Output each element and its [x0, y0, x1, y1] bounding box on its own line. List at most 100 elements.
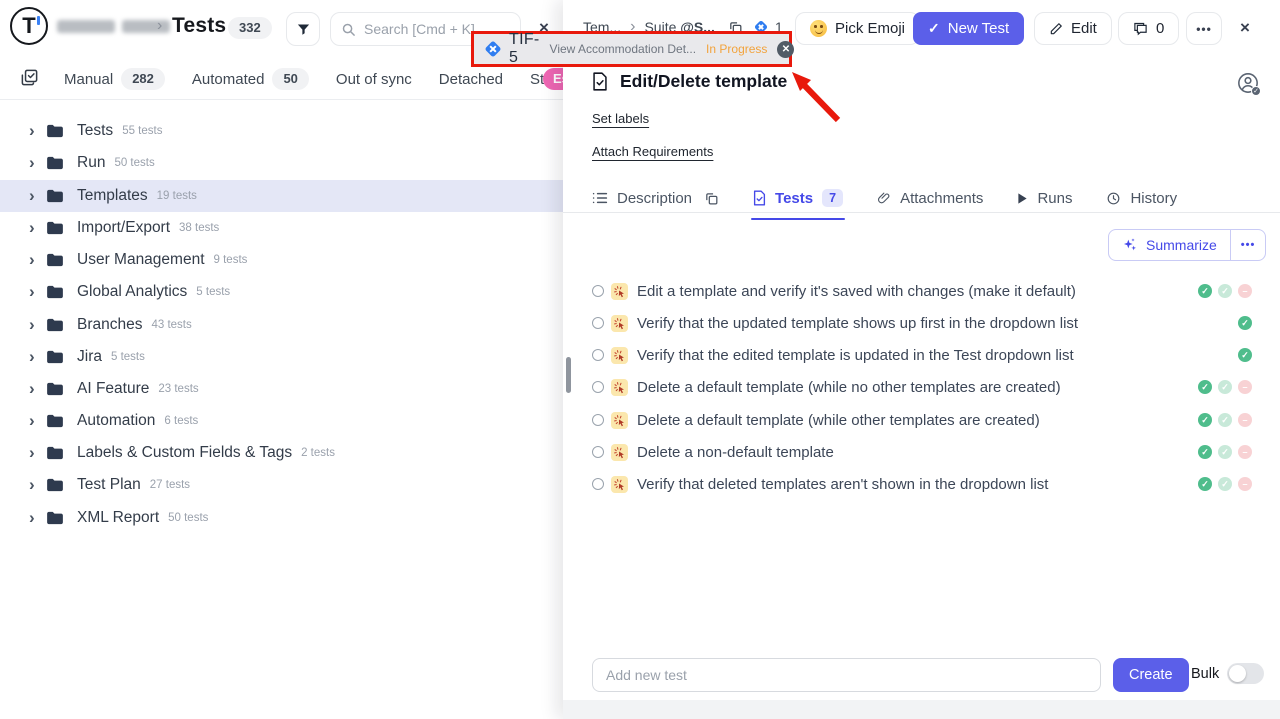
filter-button[interactable]	[286, 12, 320, 46]
chevron-right-icon[interactable]: ›	[29, 380, 43, 397]
tab-history[interactable]: History	[1106, 190, 1177, 207]
bulk-label: Bulk	[1191, 666, 1219, 682]
jira-issue-icon	[485, 41, 502, 58]
tabrow-divider	[0, 99, 563, 100]
select-circle[interactable]	[592, 414, 604, 426]
chevron-right-icon[interactable]: ›	[29, 187, 43, 204]
sidebar-item-tests[interactable]: › Tests 55 tests	[0, 115, 563, 147]
test-row[interactable]: Delete a non-default template ✓✓–	[592, 438, 1260, 466]
select-circle[interactable]	[592, 285, 604, 297]
folder-icon	[46, 446, 64, 460]
sidebar-item-test-plan[interactable]: › Test Plan 27 tests	[0, 469, 563, 501]
chevron-right-icon[interactable]: ›	[29, 444, 43, 461]
click-spark-emoji-icon	[611, 379, 628, 396]
status-passed-badge: ✓	[1198, 380, 1212, 394]
summarize-button[interactable]: Summarize	[1109, 230, 1230, 260]
chevron-right-icon[interactable]: ›	[29, 251, 43, 268]
issue-status: In Progress	[706, 42, 767, 56]
checklist-icon[interactable]	[20, 68, 39, 87]
tab-runs[interactable]: Runs	[1017, 190, 1072, 207]
sidebar-item-global-analytics[interactable]: › Global Analytics 5 tests	[0, 276, 563, 308]
panel-close-icon[interactable]: ×	[1240, 19, 1250, 36]
tab-out-of-sync[interactable]: Out of sync	[336, 71, 412, 88]
status-badges: ✓✓–	[1198, 413, 1252, 427]
sidebar-item-jira[interactable]: › Jira 5 tests	[0, 341, 563, 373]
tab-manual[interactable]: Manual 282	[64, 68, 165, 90]
new-test-button[interactable]: ✓ New Test	[913, 12, 1024, 45]
comment-icon	[1133, 21, 1148, 36]
select-circle[interactable]	[592, 317, 604, 329]
test-row[interactable]: Delete a default template (while other t…	[592, 406, 1260, 434]
tab-automated[interactable]: Automated 50	[192, 68, 309, 90]
click-spark-emoji-icon	[611, 315, 628, 332]
issue-close-icon[interactable]: ✕	[777, 41, 794, 58]
sparkles-icon	[1122, 237, 1138, 253]
assignee-avatar[interactable]: ✓	[1237, 72, 1259, 94]
test-row[interactable]: Verify that the edited template is updat…	[592, 341, 1260, 369]
tab-attachments[interactable]: Attachments	[877, 190, 983, 207]
sidebar-item-labels-custom-fields-tags[interactable]: › Labels & Custom Fields & Tags 2 tests	[0, 437, 563, 469]
sidebar-item-templates[interactable]: › Templates 19 tests	[0, 180, 563, 212]
tests-total-badge: 332	[228, 17, 272, 39]
sidebar-item-user-management[interactable]: › User Management 9 tests	[0, 244, 563, 276]
sidebar-item-xml-report[interactable]: › XML Report 50 tests	[0, 502, 563, 534]
copy-icon[interactable]	[704, 191, 719, 206]
set-labels-link[interactable]: Set labels	[592, 111, 649, 126]
chevron-right-icon[interactable]: ›	[29, 476, 43, 493]
select-circle[interactable]	[592, 446, 604, 458]
chevron-right-icon[interactable]: ›	[29, 348, 43, 365]
status-badges: ✓	[1238, 348, 1252, 362]
comments-button[interactable]: 0	[1118, 12, 1179, 45]
project-name-redacted[interactable]	[57, 20, 170, 33]
add-new-test-input[interactable]	[592, 658, 1101, 692]
summarize-split-button: Summarize •••	[1108, 229, 1266, 261]
test-row[interactable]: Verify that the updated template shows u…	[592, 309, 1260, 337]
star-struck-emoji-icon	[810, 20, 827, 37]
attach-requirements-link[interactable]: Attach Requirements	[592, 144, 713, 159]
tab-description[interactable]: Description	[592, 190, 719, 207]
chevron-right-icon[interactable]: ›	[29, 283, 43, 300]
pick-emoji-button[interactable]: Pick Emoji	[795, 12, 920, 45]
tests-count-badge: 7	[822, 189, 843, 207]
click-spark-emoji-icon	[611, 412, 628, 429]
chevron-right-icon[interactable]: ›	[29, 219, 43, 236]
sidebar-item-automation[interactable]: › Automation 6 tests	[0, 405, 563, 437]
tab-detached[interactable]: Detached	[439, 71, 503, 88]
select-circle[interactable]	[592, 381, 604, 393]
status-badges: ✓	[1238, 316, 1252, 330]
more-actions-button[interactable]: •••	[1186, 12, 1222, 45]
bulk-toggle[interactable]	[1227, 663, 1264, 684]
search-icon	[341, 22, 356, 37]
test-row[interactable]: Edit a template and verify it's saved wi…	[592, 277, 1260, 305]
test-row[interactable]: Verify that deleted templates aren't sho…	[592, 470, 1260, 498]
chevron-right-icon[interactable]: ›	[29, 316, 43, 333]
play-icon	[1017, 192, 1028, 205]
status-failed-muted-badge: –	[1238, 413, 1252, 427]
test-row[interactable]: Delete a default template (while no othe…	[592, 373, 1260, 401]
tab-tests[interactable]: Tests 7	[753, 189, 843, 207]
edit-button[interactable]: Edit	[1034, 12, 1112, 45]
chevron-right-icon[interactable]: ›	[29, 509, 43, 526]
status-failed-muted-badge: –	[1238, 284, 1252, 298]
create-button[interactable]: Create	[1113, 658, 1189, 692]
folder-icon	[46, 285, 64, 299]
chevron-right-icon[interactable]: ›	[29, 154, 43, 171]
sidebar-item-branches[interactable]: › Branches 43 tests	[0, 309, 563, 341]
sidebar-item-ai-feature[interactable]: › AI Feature 23 tests	[0, 373, 563, 405]
summarize-more-button[interactable]: •••	[1230, 230, 1266, 260]
chevron-right-icon[interactable]: ›	[29, 122, 43, 139]
app-logo[interactable]: T	[10, 7, 48, 45]
scrollbar-thumb[interactable]	[566, 357, 571, 393]
folder-icon	[46, 253, 64, 267]
folder-icon	[46, 350, 64, 364]
select-circle[interactable]	[592, 478, 604, 490]
issue-key[interactable]: TIF-5	[509, 31, 540, 67]
select-circle[interactable]	[592, 349, 604, 361]
issue-title[interactable]: View Accommodation Det...	[550, 42, 697, 56]
folder-icon	[46, 189, 64, 203]
sidebar-item-run[interactable]: › Run 50 tests	[0, 147, 563, 179]
sidebar-item-import-export[interactable]: › Import/Export 38 tests	[0, 212, 563, 244]
status-passed-badge: ✓	[1198, 445, 1212, 459]
list-icon	[592, 191, 608, 205]
chevron-right-icon[interactable]: ›	[29, 412, 43, 429]
